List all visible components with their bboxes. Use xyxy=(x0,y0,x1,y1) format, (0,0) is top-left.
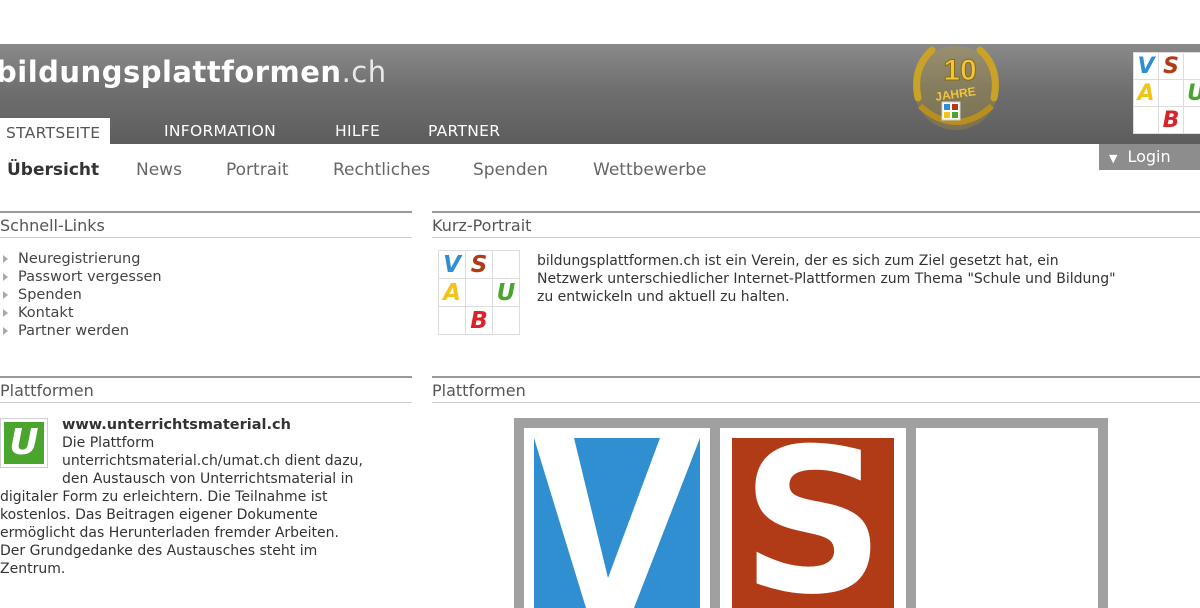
subnav-wettbewerbe[interactable]: Wettbewerbe xyxy=(593,160,706,180)
tab-hilfe[interactable]: HILFE xyxy=(335,116,380,144)
umat-site-name[interactable]: www.unterrichtsmaterial.ch xyxy=(62,417,291,433)
portrait-line: zu entwickeln und aktuell zu halten. xyxy=(537,289,790,305)
plattformen-left-title: Plattformen xyxy=(0,376,412,403)
umat-line: den Austausch von Unterrichtsmaterial in xyxy=(62,471,354,487)
v-letter-icon xyxy=(534,438,700,608)
logo-cell-empty xyxy=(1184,53,1200,79)
logo-cell-empty xyxy=(439,307,465,334)
subnav-news[interactable]: News xyxy=(136,160,182,180)
logo-letter-b: B xyxy=(1159,107,1183,133)
vsaub-logo-header[interactable]: V S A U B xyxy=(1133,52,1200,134)
logo-letter-a: A xyxy=(1134,80,1158,106)
kurz-portrait-text: bildungsplattformen.ch ist ein Verein, d… xyxy=(537,252,1200,306)
quick-link-spenden[interactable]: Spenden xyxy=(0,286,162,304)
large-logo-cell-s: S xyxy=(720,428,906,608)
login-label: Login xyxy=(1127,147,1171,166)
umat-description: Die Plattform unterrichtsmaterial.ch/uma… xyxy=(0,434,412,578)
plattformen-right-heading: Plattformen xyxy=(432,381,526,400)
kurz-portrait-heading: Kurz-Portrait xyxy=(432,216,532,235)
vsaub-logo-large[interactable]: S xyxy=(514,418,1108,608)
logo-letter-u: U xyxy=(1184,80,1200,106)
umat-line: Zentrum. xyxy=(0,561,66,577)
subnav-portrait[interactable]: Portrait xyxy=(226,160,289,180)
site-logo-text[interactable]: bildungsplattformen.ch xyxy=(0,55,387,89)
portrait-line: Netzwerk unterschiedlicher Internet-Plat… xyxy=(537,271,1116,287)
large-logo-cell-empty xyxy=(916,428,1098,608)
plattformen-right-title: Plattformen xyxy=(432,376,1200,403)
subnav-spenden[interactable]: Spenden xyxy=(473,160,548,180)
logo-letter-v: V xyxy=(1134,53,1158,79)
logo-letter-s: S xyxy=(1159,53,1183,79)
logo-cell-empty xyxy=(493,307,519,334)
tab-information[interactable]: INFORMATION xyxy=(164,116,276,144)
schnell-links-title: Schnell-Links xyxy=(0,211,412,238)
logo-letter-u: U xyxy=(493,279,519,306)
tab-startseite[interactable]: STARTSEITE xyxy=(0,118,111,144)
logo-letter-b: B xyxy=(466,307,492,334)
quick-link-partner[interactable]: Partner werden xyxy=(0,322,162,340)
chevron-down-icon: ▼ xyxy=(1109,152,1118,165)
kurz-portrait-title: Kurz-Portrait xyxy=(432,211,1200,238)
subnav-rechtliches[interactable]: Rechtliches xyxy=(333,160,430,180)
schnell-links-list: Neuregistrierung Passwort vergessen Spen… xyxy=(0,250,162,340)
s-letter-icon: S xyxy=(740,428,886,608)
site-name: bildungsplattformen xyxy=(0,55,342,89)
logo-cell-empty xyxy=(1159,80,1183,106)
logo-cell-empty xyxy=(493,251,519,278)
badge-number: 10 xyxy=(943,54,976,87)
subnav-uebersicht[interactable]: Übersicht xyxy=(7,160,99,180)
umat-line: Die Plattform xyxy=(62,435,155,451)
logo-letter-a: A xyxy=(439,279,465,306)
logo-letter-s: S xyxy=(466,251,492,278)
site-tld: .ch xyxy=(341,55,387,89)
quick-link-neuregistrierung[interactable]: Neuregistrierung xyxy=(0,250,162,268)
quick-link-passwort[interactable]: Passwort vergessen xyxy=(0,268,162,286)
anniversary-badge: 10 JAHRE xyxy=(913,46,999,130)
portrait-line: bildungsplattformen.ch ist ein Verein, d… xyxy=(537,253,1059,269)
vsaub-logo-small: V S A U B xyxy=(438,250,520,335)
plattformen-left-heading: Plattformen xyxy=(0,381,94,400)
logo-cell-empty xyxy=(466,279,492,306)
login-button[interactable]: ▼ Login xyxy=(1099,144,1200,170)
quick-link-kontakt[interactable]: Kontakt xyxy=(0,304,162,322)
umat-line: unterrichtsmaterial.ch/umat.ch dient daz… xyxy=(62,453,363,469)
umat-line: Der Grundgedanke des Austausches steht i… xyxy=(0,543,318,559)
schnell-links-heading: Schnell-Links xyxy=(0,216,105,235)
umat-site-link[interactable]: www.unterrichtsmaterial.ch xyxy=(62,416,291,434)
umat-line: ermöglicht das Herunterladen fremder Arb… xyxy=(0,525,339,541)
umat-line: digitaler Form zu erleichtern. Die Teiln… xyxy=(0,489,328,505)
umat-line: kostenlos. Das Beitragen eigener Dokumen… xyxy=(0,507,318,523)
large-logo-cell-v xyxy=(524,428,710,608)
logo-cell-empty xyxy=(1134,107,1158,133)
logo-letter-v: V xyxy=(439,251,465,278)
tab-partner[interactable]: PARTNER xyxy=(428,116,500,144)
logo-cell-empty xyxy=(1184,107,1200,133)
